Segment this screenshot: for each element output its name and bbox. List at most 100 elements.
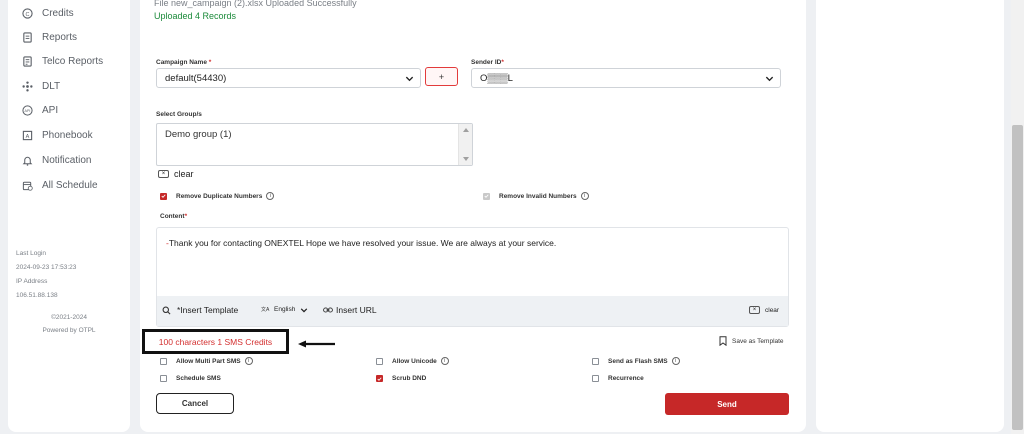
powered-by: Powered by OTPL [42,327,96,334]
sidebar-item-label: DLT [42,80,61,92]
copyright: ©2021-2024 [51,314,87,321]
allow-unicode-checkbox[interactable]: Allow Unicode i [376,357,449,365]
checkbox-unchecked[interactable] [376,357,383,365]
group-option[interactable]: Demo group (1) [165,129,232,140]
remove-invalid-label: Remove Invalid Numbers [499,192,577,200]
insert-url-button[interactable]: Insert URL [323,305,377,315]
last-login-value: 2024-09-23 17:53:23 [16,264,77,271]
scrub-dnd-label: Scrub DND [392,375,427,382]
phonebook-icon: A [22,130,33,141]
info-icon[interactable]: i [440,357,449,365]
sidebar-item-notification[interactable]: Notification [22,150,91,170]
chevron-down-icon [301,307,308,312]
checkbox-checked[interactable] [376,375,383,382]
checkbox-checked[interactable] [160,192,167,200]
save-as-template-button[interactable]: Save as Template [719,336,784,346]
sidebar-item-credits[interactable]: C Credits [22,3,74,23]
right-panel [816,0,1004,432]
clear-icon: × [158,170,169,178]
checkbox-disabled-checked [483,192,490,200]
sidebar-item-label: Telco Reports [42,55,104,67]
recurrence-checkbox[interactable]: Recurrence [592,375,644,382]
sidebar-item-all-schedule[interactable]: All Schedule [22,175,98,195]
save-as-template-label: Save as Template [732,337,784,345]
clear-groups-button[interactable]: × clear [158,169,194,179]
sender-id-value: O▒▒▒L [480,73,513,84]
svg-text:A: A [26,133,30,139]
sidebar-item-label: Phonebook [42,129,93,141]
schedule-sms-label: Schedule SMS [176,375,221,382]
clear-content-button[interactable]: × clear [749,306,779,314]
chevron-down-icon [765,76,774,82]
group-multiselect[interactable]: Demo group (1) [156,123,473,166]
dlt-icon [22,80,33,92]
allow-multipart-label: Allow Multi Part SMS [176,357,241,365]
search-icon [162,306,171,314]
remove-duplicates-checkbox[interactable]: Remove Duplicate Numbers i [160,192,275,200]
content-value: Thank you for contacting ONEXTEL Hope we… [168,238,557,248]
sidebar-item-phonebook[interactable]: A Phonebook [22,125,93,145]
checkbox-unchecked[interactable] [592,375,599,382]
calendar-icon [22,180,33,191]
svg-text:文A: 文A [261,306,270,313]
upload-file-message: File new_campaign (2).xlsx Uploaded Succ… [154,0,357,8]
sidebar-item-telco-reports[interactable]: Telco Reports [22,51,103,71]
chevron-down-icon [405,76,414,82]
sidebar-item-label: Reports [42,31,78,43]
info-icon[interactable]: i [671,357,680,365]
schedule-sms-checkbox[interactable]: Schedule SMS [160,375,221,382]
content-editor[interactable]: -Thank you for contacting ONEXTEL Hope w… [156,227,789,327]
recurrence-label: Recurrence [608,375,644,382]
allow-multipart-checkbox[interactable]: Allow Multi Part SMS i [160,357,253,365]
info-icon[interactable]: i [266,192,275,200]
cancel-button[interactable]: Cancel [156,393,234,414]
sidebar-item-label: API [42,104,59,116]
sidebar-item-reports[interactable]: Reports [22,27,77,47]
select-groups-label: Select Group/s [156,111,202,118]
last-login-label: Last Login [16,250,46,257]
api-icon: API [22,104,33,116]
bookmark-icon [719,336,727,346]
group-scrollbar[interactable] [458,124,472,165]
sms-credits-text: 100 characters 1 SMS Credits [158,336,273,347]
sidebar: C Credits Reports Telco Reports DLT API … [8,0,130,432]
sidebar-item-label: Credits [42,7,74,19]
content-textarea[interactable]: -Thank you for contacting ONEXTEL Hope w… [166,238,556,248]
info-icon[interactable]: i [580,192,589,200]
translate-icon: 文A [261,306,270,313]
svg-text:API: API [25,109,31,113]
upload-records-message: Uploaded 4 Records [154,11,237,21]
clear-icon: × [749,306,760,314]
checkbox-unchecked[interactable] [160,375,167,382]
ip-address-label: IP Address [16,278,48,285]
campaign-name-label: Campaign Name * [156,59,212,66]
flash-sms-label: Send as Flash SMS [608,357,668,365]
insert-template-button[interactable]: *Insert Template [162,305,238,315]
sender-id-select[interactable]: O▒▒▒L [471,68,781,88]
credits-icon: C [22,7,33,19]
clear-groups-label: clear [174,169,194,179]
campaign-name-select[interactable]: default(54430) [156,68,421,88]
ip-address-value: 106.51.88.138 [16,292,58,299]
bell-icon [22,155,33,166]
add-campaign-button[interactable]: + [425,67,458,86]
page-scrollbar-thumb[interactable] [1012,125,1023,430]
language-select[interactable]: 文A English [261,305,308,314]
checkbox-unchecked[interactable] [592,357,599,365]
scrub-dnd-checkbox[interactable]: Scrub DND [376,375,426,382]
telco-reports-icon [22,55,33,67]
allow-unicode-label: Allow Unicode [392,357,437,365]
send-button[interactable]: Send [665,393,789,415]
checkbox-unchecked[interactable] [160,357,167,365]
flash-sms-checkbox[interactable]: Send as Flash SMS i [592,357,680,365]
content-toolbar: *Insert Template 文A English Insert URL ×… [157,296,788,326]
sidebar-item-dlt[interactable]: DLT [22,76,60,96]
sms-credits-counter: 100 characters 1 SMS Credits [142,329,289,354]
campaign-name-value: default(54430) [165,73,227,84]
content-label: Content* [160,213,188,220]
info-icon[interactable]: i [244,357,253,365]
arrow-left-icon [298,340,335,348]
sidebar-item-api[interactable]: API API [22,100,58,120]
remove-duplicates-label: Remove Duplicate Numbers [176,192,263,200]
sender-id-label: Sender ID* [471,59,504,66]
